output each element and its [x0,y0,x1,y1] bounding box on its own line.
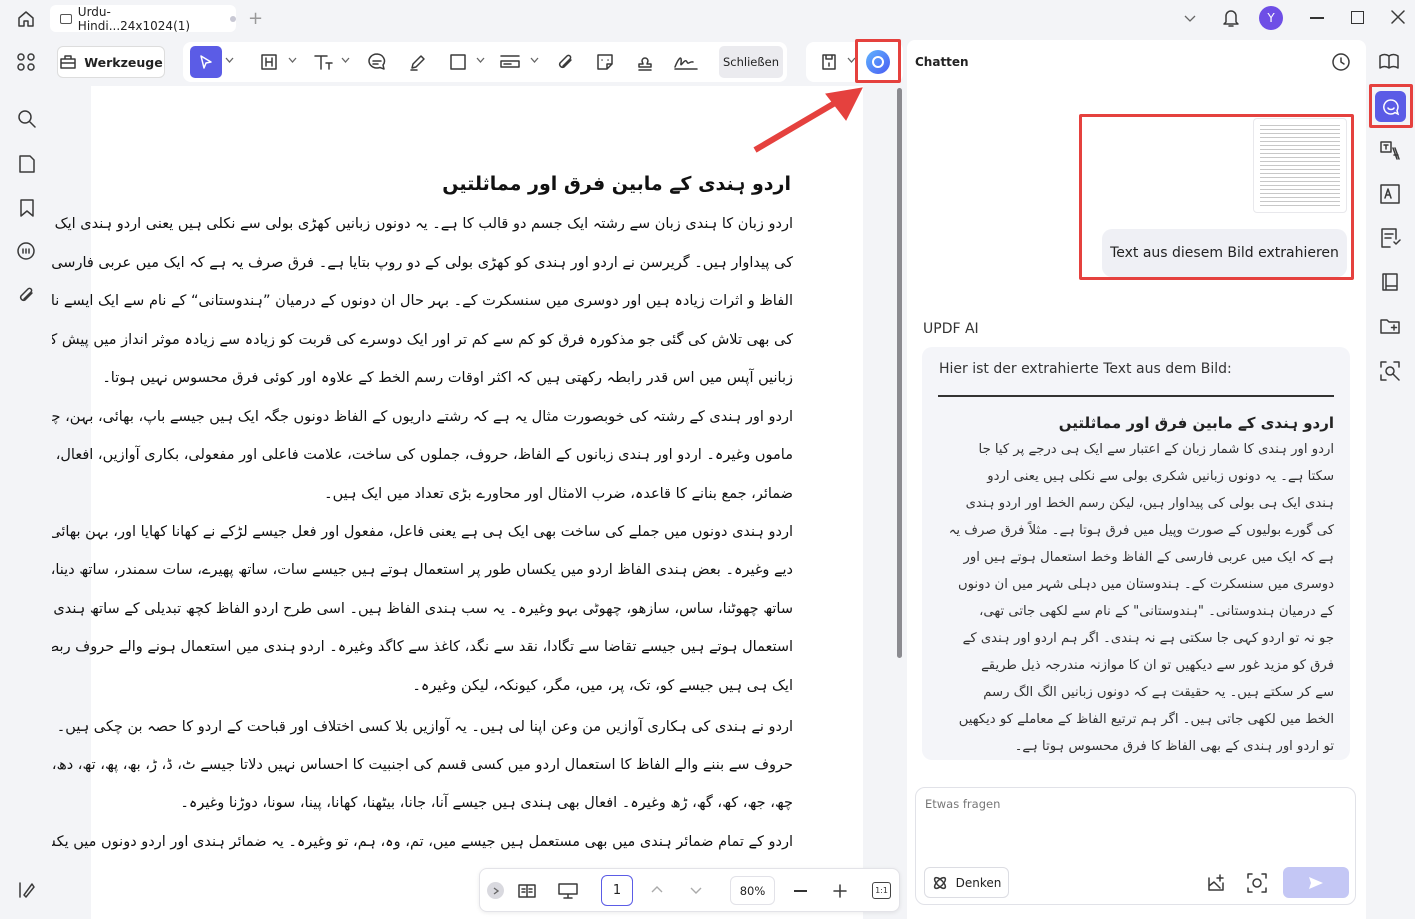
chevron-right-icon [493,886,499,895]
zoom-level[interactable]: 80% [730,876,775,905]
atom-icon [933,876,946,889]
think-button[interactable]: Denken [924,867,1009,898]
chat-input-box[interactable]: Etwas fragen Denken [915,787,1356,905]
right-rail [1366,36,1415,919]
response-intro: Hier ist der extrahierte Text aus dem Bi… [939,361,1232,377]
response-line: اردو اور ہندی کا شمار زبان کے اعتبار سے … [978,442,1334,457]
collapse-nav-button[interactable] [487,882,504,899]
history-clock-icon[interactable] [1331,52,1351,72]
response-line: دوسری میں سنسکرت کے۔ ہندوستان میں دہلی ش… [957,577,1334,592]
response-divider [938,395,1334,397]
summarize-icon[interactable] [1379,227,1401,249]
two-page-view-icon[interactable] [517,882,537,900]
ai-response-card: Hier ist der extrahierte Text aus dem Bi… [922,347,1350,760]
send-button[interactable] [1283,867,1349,898]
response-line: ہے کہ ایک میں عربی فارسی کے الفاظ وخط اس… [963,550,1335,565]
annotation-box-message [1079,114,1354,280]
response-line: فرق کو مزید غور سے دیکھیں تو ان کا موازن… [981,658,1334,673]
response-line: جو نہ تو اردو کہی جا سکتی ہے نہ ہندی۔ اگ… [962,631,1334,646]
previous-page-icon[interactable] [650,884,664,894]
page-number-input[interactable]: 1 [601,875,633,906]
presentation-icon[interactable] [557,882,579,900]
send-icon [1309,876,1323,889]
response-line: تو اردو اور ہندی کے بھی الفاظ کا فرق محس… [1014,739,1334,754]
next-page-icon[interactable] [689,886,703,896]
page-nav-bar: 1 80% 1:1 [479,868,900,912]
image-add-icon[interactable] [1206,872,1228,894]
response-heading: اردو ہندی کے مابین فرق اور مماثلتیں [1058,414,1334,432]
screenshot-icon[interactable] [1246,872,1268,894]
response-line: سے کر سکتے ہیں۔ یہ حقیقت ہے کہ دونوں زبا… [983,685,1334,700]
text-recognize-icon[interactable] [1379,183,1401,205]
zoom-out-icon[interactable] [794,890,807,892]
translate-icon[interactable] [1379,139,1401,161]
chat-panel: Chatten Text aus diesem Bild extrahieren… [907,40,1366,919]
think-label: Denken [955,875,1002,890]
zoom-in-icon[interactable] [833,884,847,898]
chat-input-placeholder[interactable]: Etwas fragen [925,797,1000,811]
response-text: اردو اور ہندی کا شمار زبان کے اعتبار سے … [934,436,1334,760]
response-line: کی گورے بولیوں کے صورت وپیل میں فرق ہوتا… [948,523,1334,538]
reader-book-icon[interactable] [1380,272,1400,292]
annotation-box-ai-assistant [1369,84,1413,128]
fit-page-icon[interactable]: 1:1 [872,882,891,899]
response-line: کے درمیان ہندوستانی۔ "ہندوستانی" کے نام … [979,604,1334,619]
chat-header-label: Chatten [915,55,969,69]
scan-search-icon[interactable] [1379,360,1401,382]
ai-name: UPDF AI [923,321,979,337]
response-line: ہندی ایک ہی بولی کی پیداوار ہیں، لیکن رس… [965,496,1334,511]
folder-sparkle-icon[interactable] [1379,316,1401,336]
response-line: سکتا ہے۔ یہ دونوں زبانیں شکری بولی سے نک… [987,469,1334,484]
book-sparkle-icon[interactable] [1378,52,1400,72]
response-line: الخط میں لکھی جاتی ہیں۔ اگر ہم ترتیع الف… [958,712,1334,727]
